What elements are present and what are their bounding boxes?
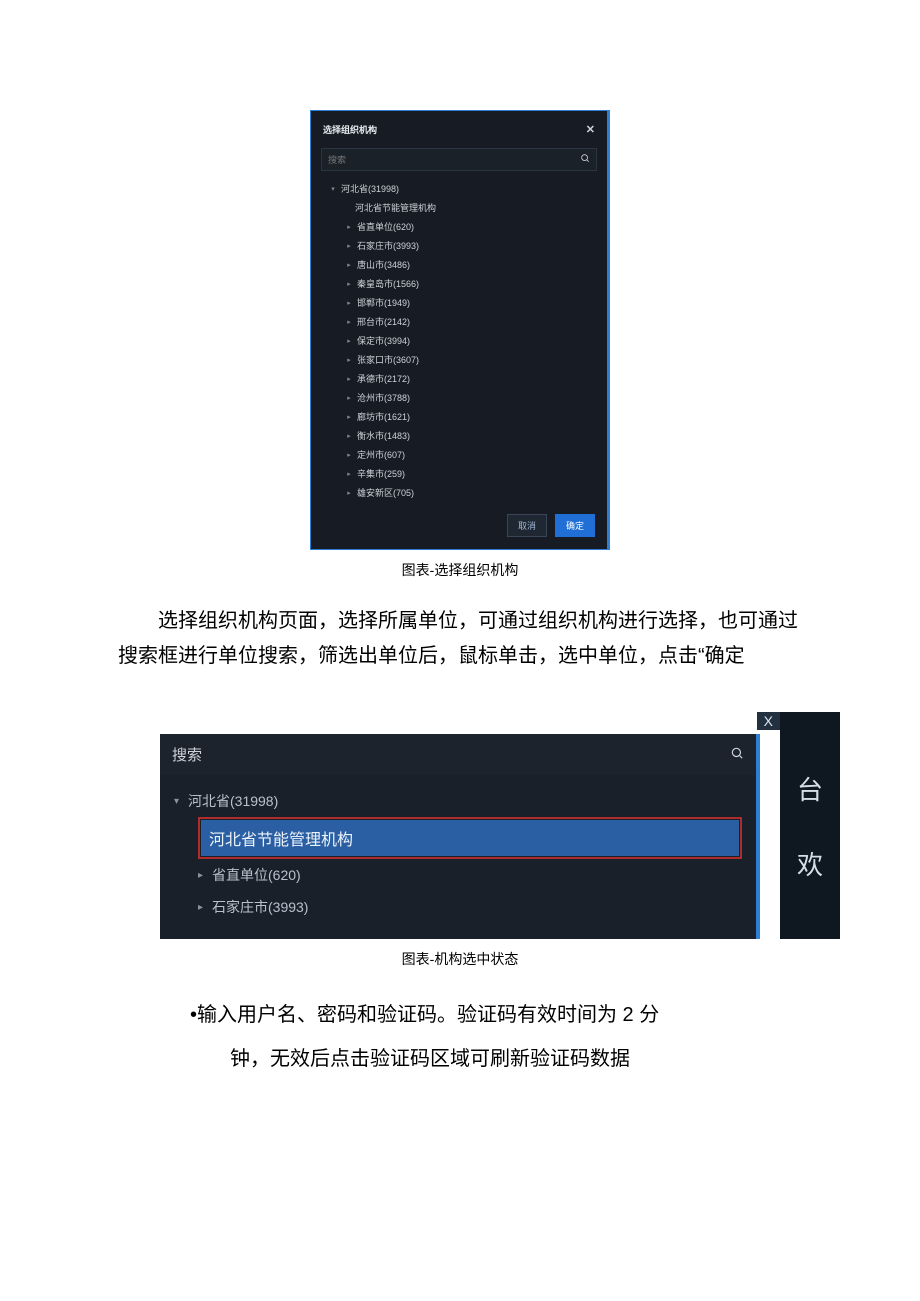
bullet-line-1: •输入用户名、密码和验证码。验证码有效时间为 2 分 bbox=[0, 993, 920, 1037]
tree-item-label: 雄安新区(705) bbox=[357, 486, 414, 499]
figure2-caption: 图表-机构选中状态 bbox=[0, 949, 920, 969]
chevron-down-icon: ▾ bbox=[329, 185, 337, 193]
tree-item[interactable]: ▸ 承德市(2172) bbox=[329, 369, 595, 388]
search-row: 搜索 bbox=[160, 734, 756, 775]
close-icon[interactable]: X bbox=[757, 712, 780, 730]
tree-item-label: 邢台市(2142) bbox=[357, 315, 410, 328]
tree-item-label: 辛集市(259) bbox=[357, 467, 405, 480]
chevron-right-icon: ▸ bbox=[345, 451, 353, 459]
search-icon[interactable] bbox=[580, 153, 590, 166]
tree-sub-org[interactable]: 河北省节能管理机构 bbox=[329, 198, 595, 217]
tree-selected-item[interactable]: 河北省节能管理机构 bbox=[201, 820, 739, 856]
chevron-right-icon: ▸ bbox=[345, 280, 353, 288]
bg-char: 台 bbox=[797, 770, 823, 807]
chevron-right-icon: ▸ bbox=[198, 902, 212, 913]
tree-item-label: 省直单位(620) bbox=[212, 865, 301, 885]
tree-item-label: 石家庄市(3993) bbox=[357, 239, 419, 252]
tree-root-label: 河北省(31998) bbox=[188, 791, 278, 811]
chevron-right-icon: ▸ bbox=[345, 413, 353, 421]
tree-item[interactable]: ▸省直单位(620) bbox=[174, 859, 742, 891]
org-dialog: 选择组织机构 ✕ ▾ 河北省(31998) 河北省节能管理机构 ▸ 省直单位(62… bbox=[310, 110, 610, 550]
cancel-button[interactable]: 取消 bbox=[507, 514, 547, 537]
bg-char: 欢 bbox=[797, 845, 823, 882]
tree-item[interactable]: ▸ 张家口市(3607) bbox=[329, 350, 595, 369]
chevron-right-icon: ▸ bbox=[345, 489, 353, 497]
bullet-line-2: 钟，无效后点击验证码区域可刷新验证码数据 bbox=[0, 1037, 920, 1081]
tree-root[interactable]: ▾ 河北省(31998) bbox=[174, 785, 742, 817]
chevron-right-icon: ▸ bbox=[345, 223, 353, 231]
tree-item[interactable]: ▸ 沧州市(3788) bbox=[329, 388, 595, 407]
search-icon[interactable] bbox=[730, 746, 744, 763]
tree-item-label: 保定市(3994) bbox=[357, 334, 410, 347]
figure1-caption: 图表-选择组织机构 bbox=[0, 560, 920, 580]
chevron-right-icon: ▸ bbox=[345, 394, 353, 402]
tree-item-label: 唐山市(3486) bbox=[357, 258, 410, 271]
tree-item-label: 承德市(2172) bbox=[357, 372, 410, 385]
tree-item[interactable]: ▸ 辛集市(259) bbox=[329, 464, 595, 483]
tree-item[interactable]: ▸ 省直单位(620) bbox=[329, 217, 595, 236]
tree-item[interactable]: ▸ 邢台市(2142) bbox=[329, 312, 595, 331]
chevron-down-icon: ▾ bbox=[174, 796, 188, 807]
tree-item-label: 石家庄市(3993) bbox=[212, 897, 308, 917]
org-tree: ▾ 河北省(31998) 河北省节能管理机构 ▸ 省直单位(620) ▸ 石家庄市(3… bbox=[321, 179, 597, 504]
tree-item-label: 邯郸市(1949) bbox=[357, 296, 410, 309]
tree-item[interactable]: ▸ 雄安新区(705) bbox=[329, 483, 595, 502]
chevron-right-icon: ▸ bbox=[345, 356, 353, 364]
tree-item-label: 张家口市(3607) bbox=[357, 353, 419, 366]
selected-org-highlight: 河北省节能管理机构 bbox=[198, 817, 742, 859]
chevron-right-icon: ▸ bbox=[345, 318, 353, 326]
tree-item[interactable]: ▸ 定州市(607) bbox=[329, 445, 595, 464]
tree-item[interactable]: ▸石家庄市(3993) bbox=[174, 891, 742, 923]
tree-item-label: 廊坊市(1621) bbox=[357, 410, 410, 423]
figure-select-org: 选择组织机构 ✕ ▾ 河北省(31998) 河北省节能管理机构 ▸ 省直单位(62… bbox=[310, 110, 610, 550]
chevron-right-icon: ▸ bbox=[345, 432, 353, 440]
tree-item[interactable]: ▸ 邯郸市(1949) bbox=[329, 293, 595, 312]
tree-item[interactable]: ▸ 廊坊市(1621) bbox=[329, 407, 595, 426]
tree-item-label: 定州市(607) bbox=[357, 448, 405, 461]
chevron-right-icon: ▸ bbox=[345, 470, 353, 478]
tree-item[interactable]: ▸ 秦皇岛市(1566) bbox=[329, 274, 595, 293]
tree-item-label: 省直单位(620) bbox=[357, 220, 414, 233]
tree-root[interactable]: ▾ 河北省(31998) bbox=[329, 179, 595, 198]
chevron-right-icon: ▸ bbox=[345, 261, 353, 269]
dialog-footer: 取消 确定 bbox=[321, 504, 597, 537]
chevron-right-icon: ▸ bbox=[198, 870, 212, 881]
tree-item[interactable]: ▸ 唐山市(3486) bbox=[329, 255, 595, 274]
tree-sub-org-label: 河北省节能管理机构 bbox=[355, 201, 436, 214]
tree-item[interactable]: ▸ 保定市(3994) bbox=[329, 331, 595, 350]
tree-item-label: 秦皇岛市(1566) bbox=[357, 277, 419, 290]
tree-item[interactable]: ▸ 衡水市(1483) bbox=[329, 426, 595, 445]
tree-item-label: 衡水市(1483) bbox=[357, 429, 410, 442]
instruction-paragraph: 选择组织机构页面，选择所属单位，可通过组织机构进行选择，也可通过搜索框进行单位搜… bbox=[0, 604, 920, 674]
chevron-right-icon: ▸ bbox=[345, 299, 353, 307]
close-icon[interactable]: ✕ bbox=[586, 123, 595, 136]
dialog-title: 选择组织机构 bbox=[323, 123, 377, 136]
tree-root-label: 河北省(31998) bbox=[341, 182, 399, 195]
figure-selected-state: X 台 欢 搜索 ▾ 河北省(31998) 河北省节能管理机构 ▸省直单位( bbox=[160, 734, 760, 939]
tree-item[interactable]: ▸ 石家庄市(3993) bbox=[329, 236, 595, 255]
chevron-right-icon: ▸ bbox=[345, 337, 353, 345]
fig2-inner: X 台 欢 搜索 ▾ 河北省(31998) 河北省节能管理机构 ▸省直单位( bbox=[160, 734, 756, 939]
confirm-button[interactable]: 确定 bbox=[555, 514, 595, 537]
chevron-right-icon: ▸ bbox=[345, 375, 353, 383]
search-row bbox=[321, 148, 597, 171]
figure-selected-state-outer: X 台 欢 搜索 ▾ 河北省(31998) 河北省节能管理机构 ▸省直单位( bbox=[0, 734, 920, 939]
search-placeholder: 搜索 bbox=[172, 744, 202, 765]
tree-item-label: 沧州市(3788) bbox=[357, 391, 410, 404]
dialog-header: 选择组织机构 ✕ bbox=[321, 121, 597, 142]
background-strip: 台 欢 bbox=[780, 712, 840, 939]
org-tree: ▾ 河北省(31998) 河北省节能管理机构 ▸省直单位(620)▸石家庄市(3… bbox=[160, 775, 756, 939]
search-input[interactable] bbox=[328, 155, 580, 165]
chevron-right-icon: ▸ bbox=[345, 242, 353, 250]
